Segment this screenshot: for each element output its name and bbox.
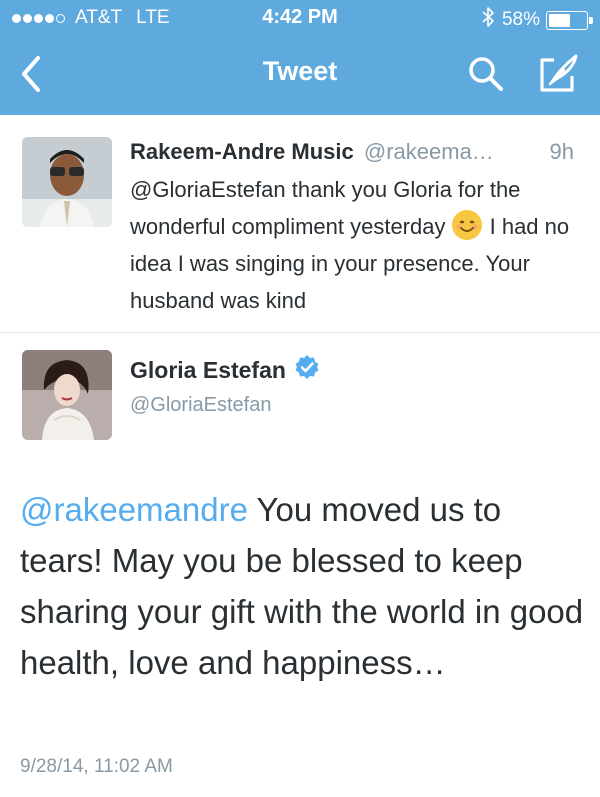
avatar[interactable] xyxy=(22,350,112,440)
nav-bar: Tweet xyxy=(0,36,600,115)
battery-percent: 58% xyxy=(501,9,540,30)
status-right: 58% xyxy=(482,7,593,33)
parent-tweet-header: Rakeem-Andre Music @rakeema… 9h xyxy=(130,139,580,165)
parent-tweet[interactable]: Rakeem-Andre Music @rakeema… 9h @GloriaE… xyxy=(0,115,600,333)
profile-photo-icon xyxy=(22,137,112,227)
compose-button[interactable] xyxy=(534,50,582,98)
author-handle[interactable]: @rakeema… xyxy=(364,139,494,164)
author-name-row: Gloria Estefan xyxy=(130,354,320,386)
search-button[interactable] xyxy=(466,52,506,96)
battery-fill xyxy=(549,13,570,27)
page-title: Tweet xyxy=(262,56,338,86)
battery-icon xyxy=(546,10,593,30)
profile-photo-icon xyxy=(22,350,112,440)
smiling-face-emoji-icon xyxy=(451,210,482,240)
main-tweet-header: Gloria Estefan @GloriaEstefan xyxy=(130,354,320,417)
battery-nub xyxy=(589,16,593,24)
search-icon xyxy=(469,57,503,91)
author-name[interactable]: Rakeem-Andre Music xyxy=(130,139,354,164)
parent-tweet-text: @GloriaEstefan thank you Gloria for the … xyxy=(130,171,585,319)
mention-link[interactable]: @rakeemandre xyxy=(20,491,248,528)
verified-badge-icon xyxy=(294,354,320,386)
author-handle[interactable]: @GloriaEstefan xyxy=(130,394,320,417)
compose-icon xyxy=(540,54,578,92)
avatar[interactable] xyxy=(22,137,112,227)
app-header: AT&T LTE 4:42 PM 58% Tweet xyxy=(0,0,600,115)
tweet-age: 9h xyxy=(549,139,574,164)
tweet-timestamp: 9/28/14, 11:02 AM xyxy=(20,756,173,777)
status-bar: AT&T LTE 4:42 PM 58% xyxy=(0,0,600,36)
main-tweet-text: @rakeemandre You moved us to tears! May … xyxy=(20,484,585,688)
author-name[interactable]: Gloria Estefan xyxy=(130,357,286,384)
bluetooth-icon xyxy=(482,7,494,33)
